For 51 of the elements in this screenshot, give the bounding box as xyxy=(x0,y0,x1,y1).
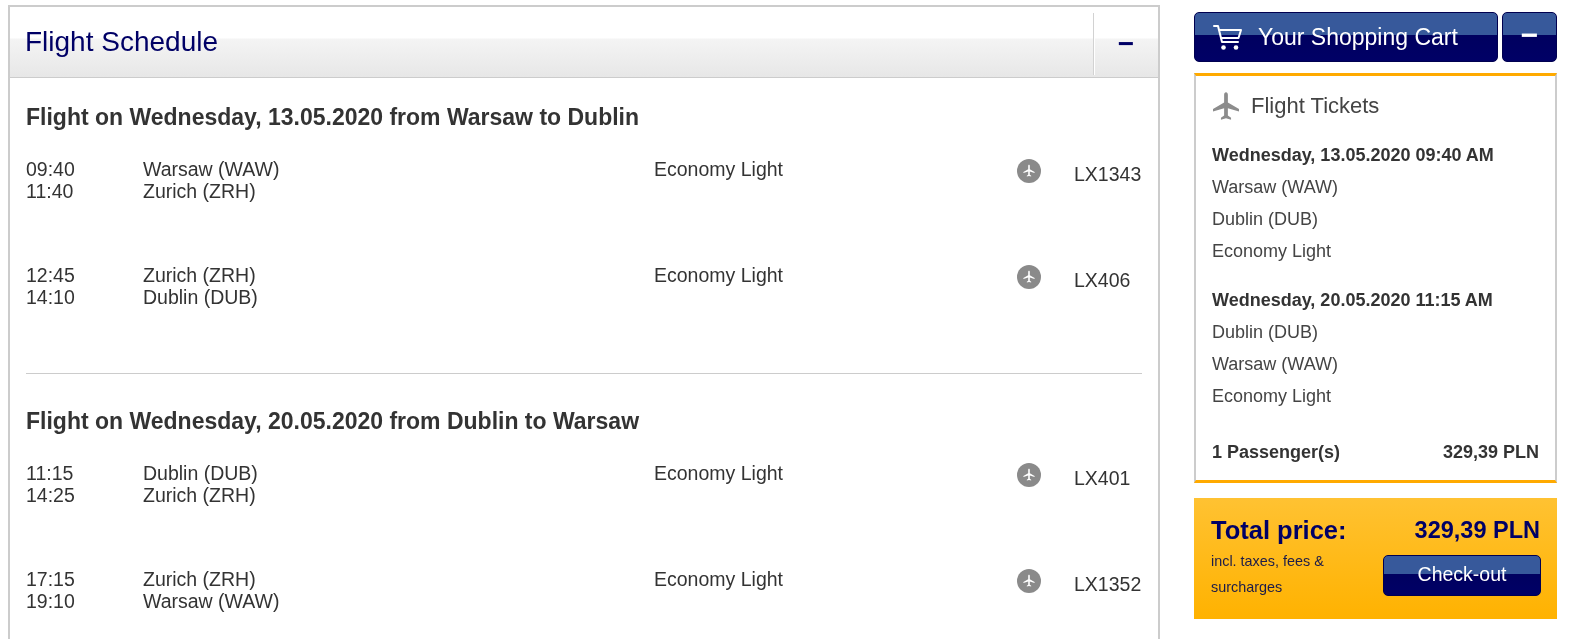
destination-airport: Warsaw (WAW) xyxy=(1212,353,1339,376)
shopping-cart-button[interactable]: Your Shopping Cart xyxy=(1194,12,1498,62)
origin-airport: Dublin (DUB) xyxy=(143,462,259,484)
passenger-count: 1 Passenger(s) xyxy=(1212,441,1341,464)
arrival-time: 14:25 xyxy=(26,484,76,506)
origin-airport: Zurich (ZRH) xyxy=(143,264,257,286)
journey-heading: Flight on Wednesday, 13.05.2020 from Warsaw to Dublin xyxy=(26,104,641,130)
flight-date-time: Wednesday, 20.05.2020 11:15 AM xyxy=(1212,289,1494,312)
panel-title: Flight Schedule xyxy=(24,26,219,58)
fare-class: Economy Light xyxy=(654,158,784,180)
price-note: incl. taxes, fees & surcharges xyxy=(1211,552,1325,597)
collapse-button[interactable]: − xyxy=(1093,13,1158,75)
destination-airport: Dublin (DUB) xyxy=(1212,208,1320,231)
arrival-time: 14:10 xyxy=(26,286,76,308)
origin-airport: Dublin (DUB) xyxy=(1212,321,1320,344)
departure-time: 09:40 xyxy=(26,158,76,180)
fare-class: Economy Light xyxy=(1212,240,1333,263)
destination-airport: Warsaw (WAW) xyxy=(143,590,281,612)
total-amount: 329,39 PLN xyxy=(1414,516,1540,545)
origin-airport: Warsaw (WAW) xyxy=(1212,176,1339,199)
tickets-title: Flight Tickets xyxy=(1251,92,1380,120)
fare-class: Economy Light xyxy=(654,462,784,484)
plane-icon xyxy=(1017,265,1041,289)
plane-icon xyxy=(1017,569,1041,593)
destination-airport: Zurich (ZRH) xyxy=(143,180,257,202)
fare-class: Economy Light xyxy=(1212,385,1333,408)
total-label: Total price: xyxy=(1211,516,1347,544)
origin-airport: Warsaw (WAW) xyxy=(143,158,281,180)
destination-airport: Zurich (ZRH) xyxy=(143,484,257,506)
flight-number: LX401 xyxy=(1074,467,1132,489)
cart-icon xyxy=(1213,23,1243,51)
destination-airport: Dublin (DUB) xyxy=(143,286,259,308)
journey-heading: Flight on Wednesday, 20.05.2020 from Dublin to Warsaw xyxy=(26,408,641,434)
plane-icon xyxy=(1017,159,1041,183)
flight-date-time: Wednesday, 13.05.2020 09:40 AM xyxy=(1212,144,1495,167)
departure-time: 12:45 xyxy=(26,264,76,286)
subtotal-price: 329,39 PLN xyxy=(1442,441,1539,464)
plane-icon xyxy=(1017,463,1041,487)
collapse-button[interactable]: − xyxy=(1502,12,1557,62)
departure-time: 11:15 xyxy=(26,462,75,484)
fare-class: Economy Light xyxy=(654,568,784,590)
departure-time: 17:15 xyxy=(26,568,76,590)
plane-icon xyxy=(1212,92,1240,120)
origin-airport: Zurich (ZRH) xyxy=(143,568,257,590)
flight-number: LX1352 xyxy=(1074,573,1142,595)
arrival-time: 19:10 xyxy=(26,590,76,612)
flight-number: LX1343 xyxy=(1074,163,1142,185)
arrival-time: 11:40 xyxy=(26,180,75,202)
checkout-button[interactable]: Check-out xyxy=(1383,555,1541,596)
fare-class: Economy Light xyxy=(654,264,784,286)
flight-number: LX406 xyxy=(1074,269,1132,291)
